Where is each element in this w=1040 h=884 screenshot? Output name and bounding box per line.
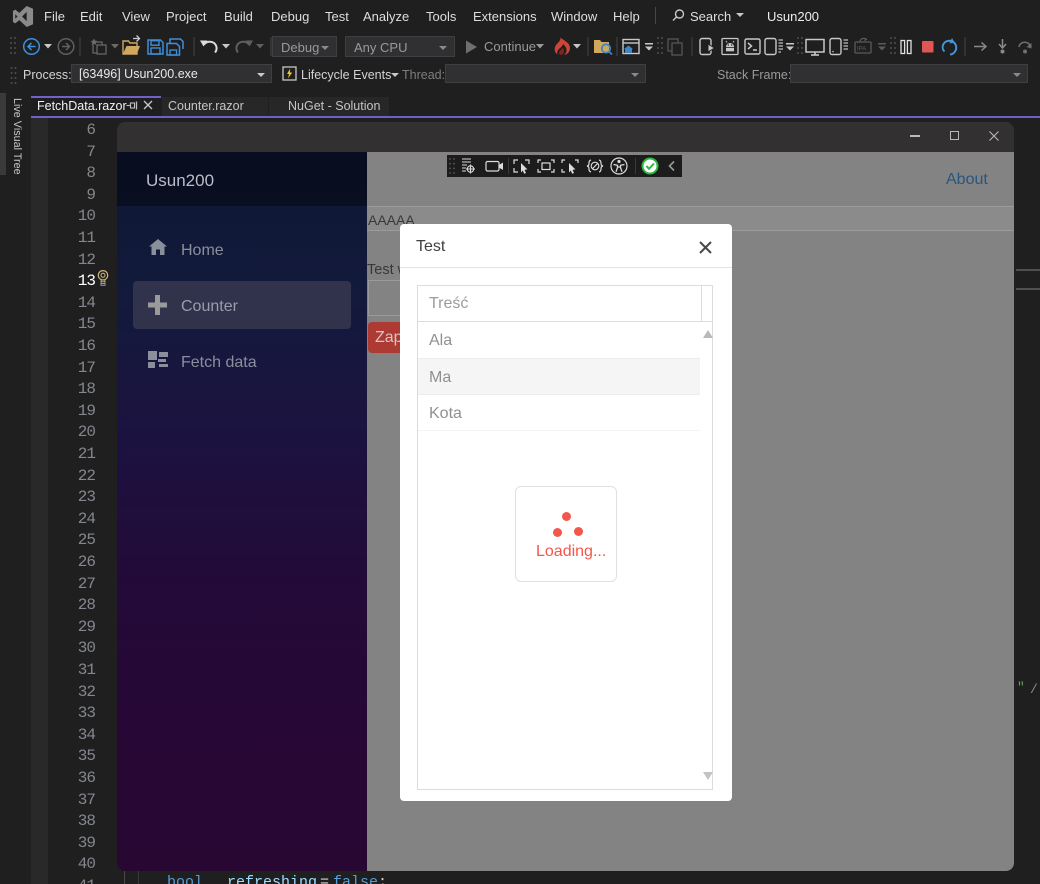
svg-text:IPA: IPA <box>857 47 866 53</box>
